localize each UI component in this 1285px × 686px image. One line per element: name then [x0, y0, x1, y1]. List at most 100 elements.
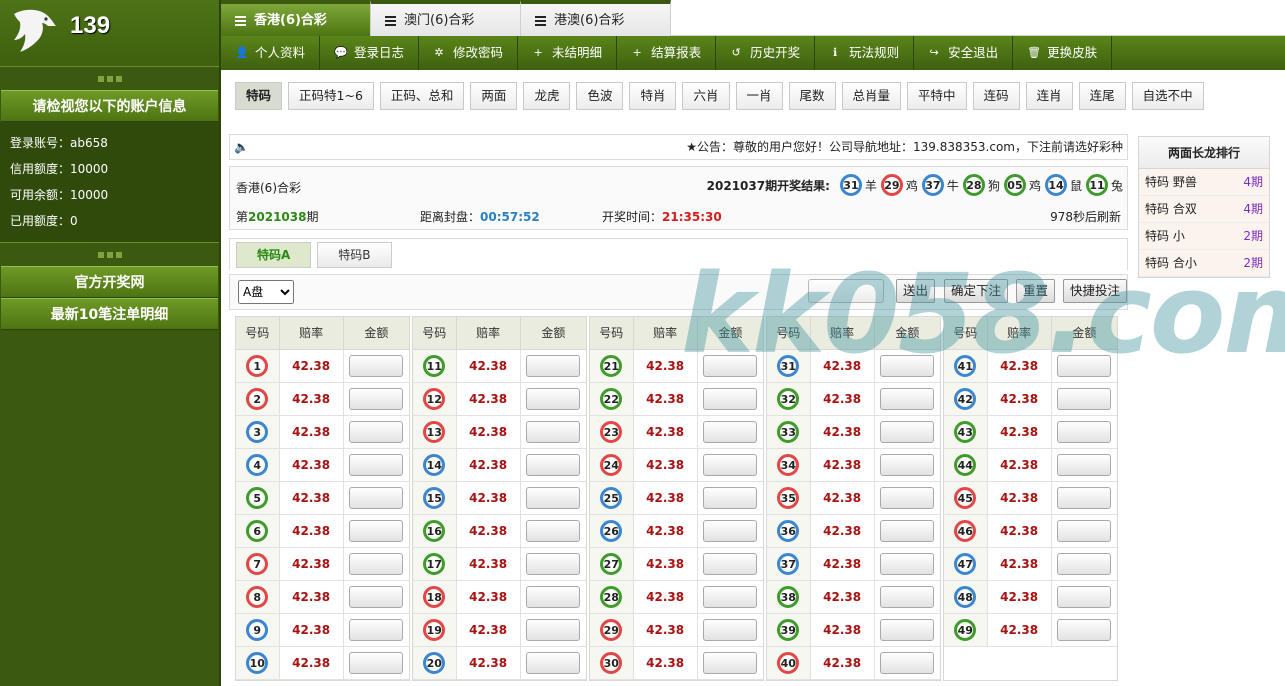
amount-input[interactable] — [349, 421, 404, 443]
recent-bets-link[interactable]: 最新10笔注单明细 — [1, 298, 218, 330]
tab-hk-lottery[interactable]: 香港(6)合彩 — [221, 0, 371, 36]
amount-input[interactable] — [526, 388, 581, 410]
amount-input[interactable] — [703, 355, 758, 377]
tab-play-type[interactable]: 正码特1~6 — [288, 82, 374, 110]
logo[interactable]: 139 — [0, 0, 219, 66]
tab-play-type[interactable]: 特码 — [235, 82, 283, 110]
amount-input[interactable] — [349, 487, 404, 509]
ball-number: 29 — [880, 174, 903, 196]
amount-input[interactable] — [526, 553, 581, 575]
amount-input[interactable] — [349, 454, 404, 476]
menu-item[interactable]: 👤 个人资料 — [221, 36, 321, 70]
amount-input[interactable] — [703, 652, 758, 674]
number-cell: 25 — [590, 482, 634, 515]
amount-input[interactable] — [703, 619, 758, 641]
amount-input[interactable] — [1057, 553, 1112, 575]
amount-input[interactable] — [526, 454, 581, 476]
amount-input[interactable] — [349, 553, 404, 575]
amount-input[interactable] — [1057, 619, 1112, 641]
pan-select[interactable]: A盘 — [238, 280, 294, 304]
amount-input[interactable] — [703, 553, 758, 575]
tab-play-type[interactable]: 两面 — [470, 82, 518, 110]
amount-input[interactable] — [349, 586, 404, 608]
tab-play-type[interactable]: 自选不中 — [1131, 82, 1204, 110]
menu-item-label: 登录日志 — [354, 45, 405, 60]
amount-input[interactable] — [1057, 355, 1112, 377]
amount-input[interactable] — [703, 487, 758, 509]
amount-input[interactable] — [526, 586, 581, 608]
amount-input[interactable] — [880, 355, 935, 377]
tab-play-type[interactable]: 总肖量 — [841, 82, 902, 110]
menu-item[interactable]: + 未结明细 — [518, 36, 618, 70]
amount-input[interactable] — [880, 421, 935, 443]
number-cell: 22 — [590, 383, 634, 416]
tab-play-type[interactable]: 连肖 — [1025, 82, 1073, 110]
tab-play-type[interactable]: 连码 — [972, 82, 1020, 110]
tab-macau-lottery[interactable]: 澳门(6)合彩 — [371, 0, 521, 36]
send-button[interactable]: 送出 — [896, 279, 936, 303]
number-ball: 35 — [777, 487, 800, 509]
amount-input[interactable] — [880, 619, 935, 641]
amount-input[interactable] — [880, 520, 935, 542]
tab-play-type[interactable]: 色波 — [576, 82, 624, 110]
confirm-bet-button[interactable]: 确定下注 — [944, 279, 1009, 303]
amount-input[interactable] — [880, 487, 935, 509]
amount-input[interactable] — [349, 355, 404, 377]
quick-amount-input[interactable] — [808, 279, 884, 303]
main-panel: 香港(6)合彩 澳门(6)合彩 港澳(6)合彩 👤 个人资料 💬 登录日志 ✲ 修改密码 +… — [219, 0, 1285, 686]
amount-input[interactable] — [1057, 454, 1112, 476]
amount-input[interactable] — [703, 388, 758, 410]
amount-input[interactable] — [349, 520, 404, 542]
amount-input[interactable] — [526, 487, 581, 509]
amount-input[interactable] — [880, 586, 935, 608]
reset-button[interactable]: 重置 — [1016, 279, 1056, 303]
amount-input[interactable] — [349, 388, 404, 410]
tab-play-type[interactable]: 六肖 — [682, 82, 730, 110]
tab-play-type[interactable]: 平特中 — [907, 82, 967, 110]
tab-play-type[interactable]: 一肖 — [735, 82, 783, 110]
amount-input[interactable] — [526, 355, 581, 377]
amount-input[interactable] — [526, 619, 581, 641]
tab-play-type[interactable]: 特肖 — [629, 82, 677, 110]
amount-input[interactable] — [880, 388, 935, 410]
quick-bet-button[interactable]: 快捷投注 — [1063, 279, 1127, 303]
number-ball: 10 — [246, 652, 269, 674]
menu-item[interactable]: + 结算报表 — [617, 36, 717, 70]
amount-input[interactable] — [526, 520, 581, 542]
amount-input[interactable] — [1057, 388, 1112, 410]
amount-input[interactable] — [880, 553, 935, 575]
menu-item[interactable]: ✲ 修改密码 — [419, 36, 519, 70]
menu-item[interactable]: ↪ 安全退出 — [914, 36, 1014, 70]
amount-input[interactable] — [880, 454, 935, 476]
amount-input[interactable] — [1057, 586, 1112, 608]
amount-input[interactable] — [349, 619, 404, 641]
number-ball: 27 — [600, 553, 623, 575]
amount-input[interactable] — [703, 454, 758, 476]
menu-item[interactable]: 🗑 更换皮肤 — [1013, 36, 1113, 70]
official-draw-link[interactable]: 官方开奖网 — [1, 266, 218, 298]
tab-play-type[interactable]: 连尾 — [1078, 82, 1126, 110]
account-used: 已用额度：0 — [10, 214, 78, 228]
tab-play-type[interactable]: 龙虎 — [523, 82, 571, 110]
amount-input[interactable] — [1057, 487, 1112, 509]
menu-item[interactable]: ↺ 历史开奖 — [716, 36, 816, 70]
menu-item[interactable]: 💬 登录日志 — [320, 36, 420, 70]
table-row: 15 42.38 — [413, 482, 586, 515]
amount-input[interactable] — [526, 652, 581, 674]
tab-play-type[interactable]: 正码、总和 — [379, 82, 465, 110]
tab-tema-b[interactable]: 特码B — [317, 242, 392, 268]
amount-input[interactable] — [703, 586, 758, 608]
amount-input[interactable] — [526, 421, 581, 443]
tab-tema-a[interactable]: 特码A — [236, 242, 312, 268]
amount-input[interactable] — [1057, 520, 1112, 542]
amount-input[interactable] — [703, 520, 758, 542]
amount-input[interactable] — [1057, 421, 1112, 443]
number-ball: 4 — [246, 454, 269, 476]
odds-cell: 42.38 — [987, 548, 1052, 581]
tab-hkmacau-lottery[interactable]: 港澳(6)合彩 — [521, 0, 671, 36]
menu-item[interactable]: ℹ 玩法规则 — [815, 36, 915, 70]
amount-input[interactable] — [349, 652, 404, 674]
amount-input[interactable] — [880, 652, 935, 674]
amount-input[interactable] — [703, 421, 758, 443]
tab-play-type[interactable]: 尾数 — [788, 82, 836, 110]
